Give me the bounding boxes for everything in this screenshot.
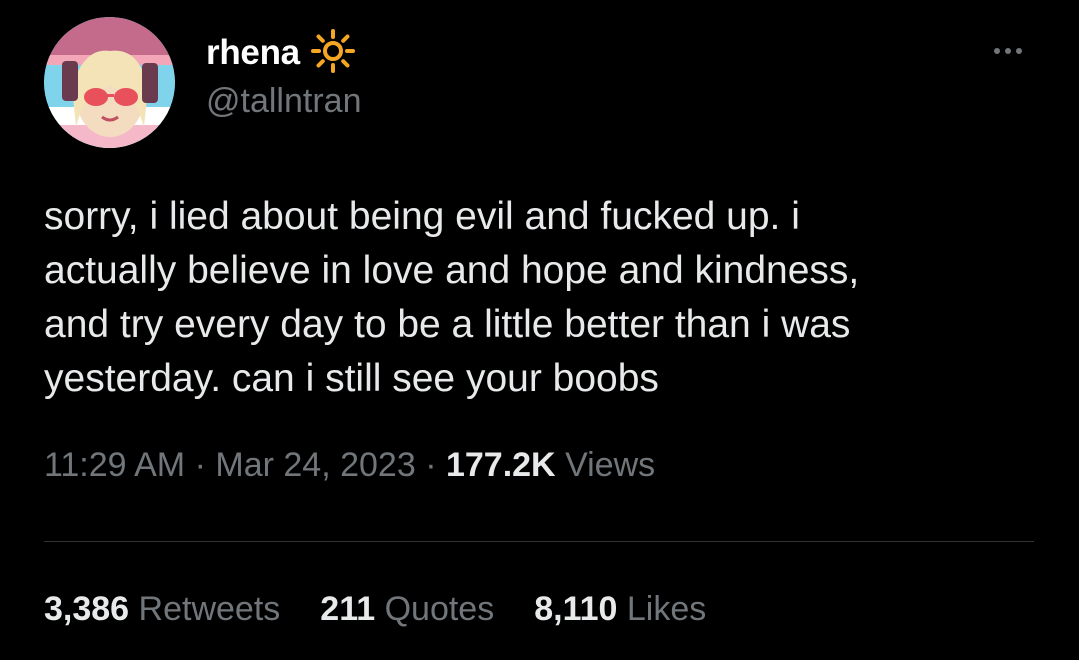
likes-count: 8,110 bbox=[534, 590, 618, 628]
engagement-stats: 3,386 Retweets 211 Quotes 8,110 Likes bbox=[44, 590, 706, 629]
retweets-count: 3,386 bbox=[44, 590, 130, 628]
avatar[interactable] bbox=[44, 17, 175, 148]
divider bbox=[44, 541, 1034, 542]
quotes-label: Quotes bbox=[384, 590, 495, 628]
tweet-time[interactable]: 11:29 AM bbox=[44, 446, 185, 484]
retweets-label: Retweets bbox=[138, 590, 281, 628]
views-count: 177.2K bbox=[445, 446, 556, 484]
more-dot bbox=[1005, 48, 1011, 54]
avatar-image bbox=[44, 17, 175, 148]
tweet-date[interactable]: Mar 24, 2023 bbox=[215, 446, 415, 484]
display-name-row: rhena bbox=[206, 28, 356, 79]
quotes-count: 211 bbox=[320, 590, 376, 628]
more-dot bbox=[1016, 48, 1022, 54]
meta-separator: · bbox=[194, 446, 206, 484]
meta-separator: · bbox=[425, 446, 437, 484]
likes-label: Likes bbox=[626, 590, 707, 628]
quotes-stat[interactable]: 211 Quotes bbox=[320, 590, 494, 629]
sun-icon bbox=[310, 28, 356, 79]
more-horizontal-icon bbox=[994, 48, 1000, 54]
likes-stat[interactable]: 8,110 Likes bbox=[534, 590, 706, 629]
views-label: Views bbox=[565, 446, 656, 484]
tweet-text: sorry, i lied about being evil and fucke… bbox=[44, 195, 860, 400]
tweet-meta: 11:29 AM · Mar 24, 2023 · 177.2K Views bbox=[44, 446, 655, 485]
user-handle[interactable]: @tallntran bbox=[206, 82, 361, 121]
retweets-stat[interactable]: 3,386 Retweets bbox=[44, 590, 280, 629]
display-name[interactable]: rhena bbox=[206, 33, 300, 73]
more-options-button[interactable] bbox=[982, 36, 1034, 66]
